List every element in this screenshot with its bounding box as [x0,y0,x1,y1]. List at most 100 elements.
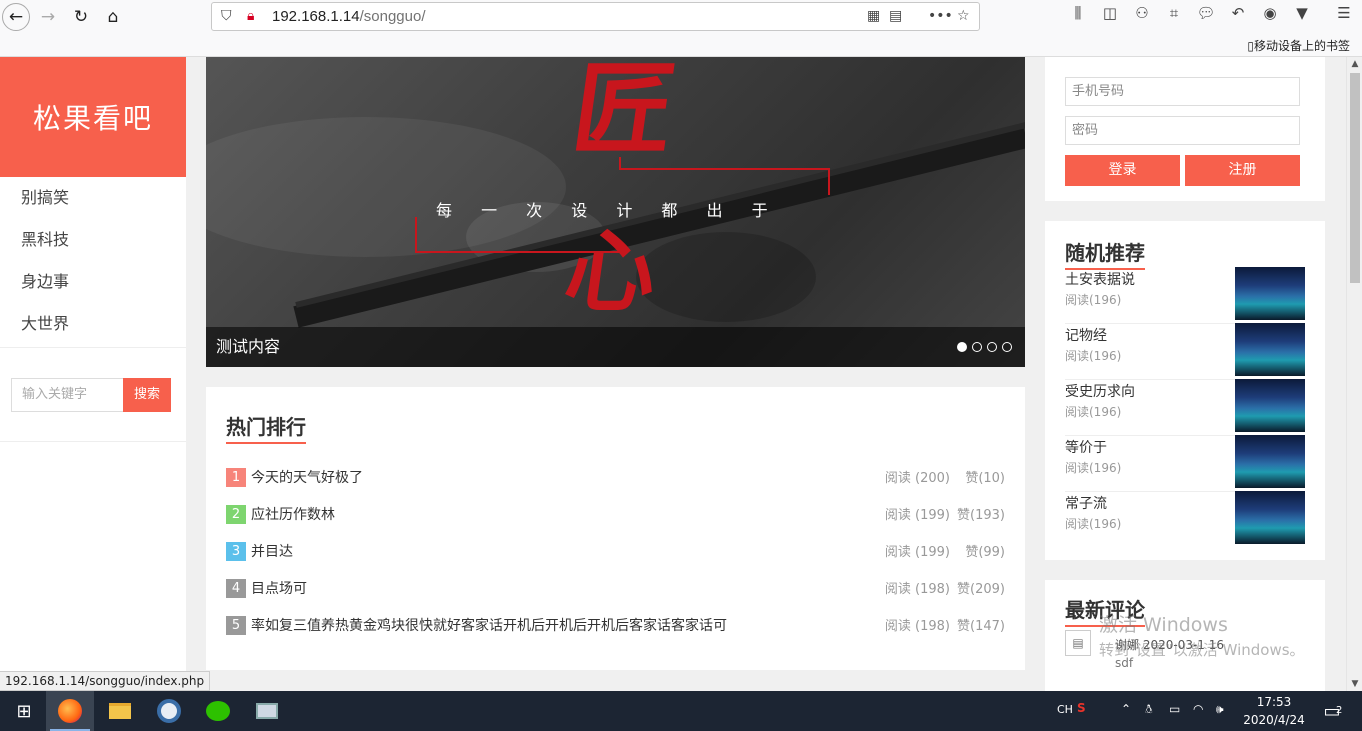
file-explorer-icon[interactable] [96,691,144,731]
recommend-thumbnail[interactable] [1235,323,1305,376]
phone-input[interactable]: 手机号码 [1065,77,1300,106]
qr-code-icon[interactable]: ▦ [867,8,880,24]
recommend-thumbnail[interactable] [1235,491,1305,544]
hot-item-title[interactable]: 今天的天气好极了 [251,467,363,487]
menu-icon[interactable]: ☰ [1333,4,1355,22]
recommend-item[interactable]: 记物经 阅读(196) [1065,323,1305,381]
search-input[interactable]: 输入关键字 [11,378,123,412]
remote-desktop-icon[interactable] [243,691,291,731]
recommend-item-reads: 阅读(196) [1065,517,1122,531]
scroll-down-icon[interactable]: ▼ [1347,679,1362,689]
carousel-dot[interactable] [1002,342,1012,352]
insecure-lock-icon[interactable]: 🔒︎ [247,8,254,24]
left-nav: 松果看吧 别搞笑 黑科技 身边事 大世界 输入关键字 搜索 [0,57,186,691]
home-icon[interactable]: ⌂ [99,3,127,31]
recommend-item-title[interactable]: 受史历求向 [1065,381,1135,401]
sidebar-icon[interactable]: ◫ [1099,4,1121,22]
recommend-item-title[interactable]: 记物经 [1065,325,1107,345]
undo-icon[interactable]: ↶ [1227,4,1249,22]
nav-item-shenbianshi[interactable]: 身边事 [0,261,186,303]
hot-item[interactable]: 2 应社历作数林 阅读 (199) 赞(193) [226,504,1005,524]
recommend-thumbnail[interactable] [1235,379,1305,432]
forward-icon[interactable]: → [34,3,62,31]
vpn-icon[interactable]: ▼ [1291,4,1313,22]
recommend-item-title[interactable]: 常子流 [1065,493,1107,513]
hot-item-reads: 阅读 (200) [884,471,950,486]
extension-icon[interactable]: ⚇ [1131,4,1153,22]
site-logo[interactable]: 松果看吧 [0,57,186,177]
hot-item-reads: 阅读 (198) [884,619,950,634]
hot-item[interactable]: 1 今天的天气好极了 阅读 (200) 赞(10) [226,467,1005,487]
nav-item-dashijie[interactable]: 大世界 [0,303,186,345]
screenshot-crop-icon[interactable]: ⌗ [1163,4,1185,22]
recommend-thumbnail[interactable] [1235,267,1305,320]
page-scrollbar[interactable]: ▲ ▼ [1346,57,1362,691]
hot-item-title[interactable]: 应社历作数林 [251,504,335,524]
rank-badge: 1 [226,468,246,487]
carousel-dot[interactable] [972,342,982,352]
nav-item-heikeji[interactable]: 黑科技 [0,219,186,261]
page-actions-icon[interactable]: ••• [928,8,953,24]
sogou-input-icon[interactable]: S [1077,701,1086,715]
hot-item[interactable]: 5 率如复三值养热黄金鸡块很快就好客家话开机后开机后开机后客家话客家话可 阅读 … [226,615,1005,635]
banner-carousel[interactable]: 匠 心 每 一 次 设 计 都 出 于 测试内容 [206,57,1025,367]
back-icon[interactable]: ← [2,3,30,31]
shield-icon[interactable]: ⛉ [221,8,232,24]
account-icon[interactable]: ◉ [1259,4,1281,22]
recommend-item-title[interactable]: 等价于 [1065,437,1107,457]
hot-item-likes: 赞(147) [957,619,1005,634]
notification-icon[interactable]: ▭ 2 [1312,691,1352,731]
avatar[interactable]: ▤ [1065,630,1091,656]
nav-item-biegaoxiao[interactable]: 别搞笑 [0,177,186,219]
scroll-thumb[interactable] [1350,73,1360,283]
chat-icon[interactable]: 💬︎ [1195,4,1217,22]
ime-indicator[interactable]: CH [1057,703,1073,716]
start-windows-icon[interactable]: ⊞ [0,691,48,731]
bookmark-star-icon[interactable]: ☆ [957,8,970,24]
hot-item[interactable]: 3 并目达 阅读 (199) 赞(99) [226,541,1005,561]
hot-item-likes: 赞(193) [957,508,1005,523]
wechat-icon[interactable] [194,691,242,731]
media-app-icon[interactable] [145,691,193,731]
recommend-item[interactable]: 受史历求向 阅读(196) [1065,379,1305,437]
password-input[interactable]: 密码 [1065,116,1300,145]
mobile-bookmarks[interactable]: ▯移动设备上的书签 [1247,37,1350,54]
url-bar[interactable]: ⛉ 🔒︎ 192.168.1.14/songguo/ ▦ ▤ ••• ☆ [211,2,980,31]
recommend-item[interactable]: 土安表据说 阅读(196) [1065,267,1305,325]
recommend-item[interactable]: 等价于 阅读(196) [1065,435,1305,493]
recommend-item-title[interactable]: 土安表据说 [1065,269,1135,289]
comment-user-time: 谢娜 2020-03-1 16 [1115,638,1225,652]
carousel-dot[interactable] [957,342,967,352]
banner-caption: 测试内容 [206,327,1025,367]
hot-item-likes: 赞(10) [965,471,1005,486]
network-icon[interactable]: ◠ [1193,702,1203,716]
recommend-item[interactable]: 常子流 阅读(196) [1065,491,1305,549]
hot-item-title[interactable]: 率如复三值养热黄金鸡块很快就好客家话开机后开机后开机后客家话客家话可 [251,615,727,635]
recommend-thumbnail[interactable] [1235,435,1305,488]
clock-date: 2020/4/24 [1243,713,1305,727]
hot-item-title[interactable]: 目点场可 [251,578,307,598]
carousel-dot[interactable] [987,342,997,352]
library-icon[interactable]: ⫼ [1067,4,1089,22]
windows-taskbar: ⊞ CH S ⌃ 🐧︎ ▭ ◠ 🕪︎ 17:53 2020/4/24 ▭ 2 [0,691,1362,731]
hot-item-title[interactable]: 并目达 [251,541,293,561]
firefox-icon[interactable] [46,691,94,731]
banner-caption-text: 测试内容 [216,337,281,356]
rank-badge: 2 [226,505,246,524]
search-button[interactable]: 搜索 [123,378,171,412]
login-button[interactable]: 登录 [1065,155,1180,186]
show-hidden-icons-icon[interactable]: ⌃ [1121,702,1131,716]
comment-body: sdf [1115,656,1134,670]
hot-item-reads: 阅读 (198) [884,582,950,597]
reader-view-icon[interactable]: ▤ [889,8,902,24]
battery-icon[interactable]: ▭ [1169,702,1180,716]
hot-item[interactable]: 4 目点场可 阅读 (198) 赞(209) [226,578,1005,598]
rank-badge: 5 [226,616,246,635]
reload-icon[interactable]: ↻ [67,3,95,31]
system-clock[interactable]: 17:53 2020/4/24 [1236,693,1312,729]
qq-icon[interactable]: 🐧︎ [1145,702,1152,718]
url-text[interactable]: 192.168.1.14/songguo/ [272,8,425,25]
volume-icon[interactable]: 🕪︎ [1216,702,1224,717]
scroll-up-icon[interactable]: ▲ [1347,59,1362,69]
register-button[interactable]: 注册 [1185,155,1300,186]
